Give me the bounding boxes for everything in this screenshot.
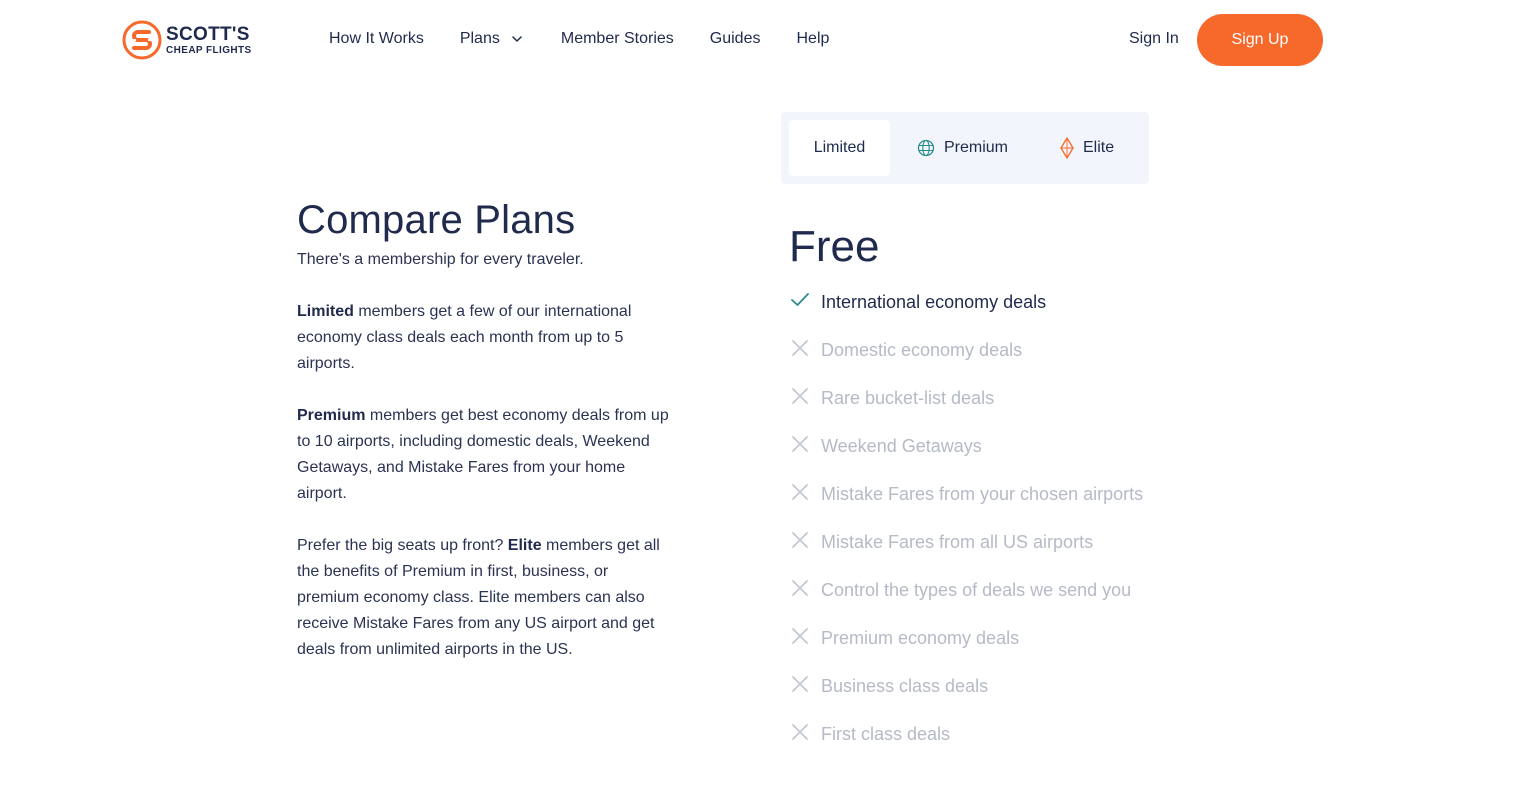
x-icon	[792, 580, 808, 596]
feature-label: Domestic economy deals	[821, 340, 1023, 360]
nav-how-it-works[interactable]: How It Works	[329, 30, 424, 48]
page-title: Compare Plans	[297, 198, 576, 242]
plan-price: Free	[789, 222, 880, 271]
feature-label: Weekend Getaways	[821, 436, 982, 456]
x-icon	[792, 628, 808, 644]
feature-item: Rare bucket-list deals	[789, 382, 1149, 414]
feature-item: Weekend Getaways	[789, 430, 1149, 462]
check-icon	[791, 293, 809, 306]
logo[interactable]: SCOTT'S CHEAP FLIGHTS	[122, 20, 252, 60]
premium-label: Premium	[297, 407, 366, 424]
feature-list: International economy deals Domestic econ…	[789, 286, 1149, 766]
feature-item: International economy deals	[789, 286, 1149, 318]
logo-line-2: CHEAP FLIGHTS	[166, 44, 252, 56]
elite-label: Elite	[507, 537, 542, 554]
x-icon	[792, 484, 808, 500]
feature-item: Business class deals	[789, 670, 1149, 702]
limited-description: Limited members get a few of our interna…	[297, 299, 672, 377]
tab-premium-label: Premium	[944, 139, 1009, 156]
chevron-down-icon	[512, 36, 522, 42]
x-icon	[792, 340, 808, 356]
x-icon	[792, 676, 808, 692]
nav-help[interactable]: Help	[796, 30, 829, 48]
plan-tabs: Limited Premium Elite	[781, 112, 1149, 184]
feature-label: Premium economy deals	[821, 628, 1020, 648]
tab-elite[interactable]: Elite	[1060, 120, 1114, 176]
feature-item: Domestic economy deals	[789, 334, 1149, 366]
page: SCOTT'S CHEAP FLIGHTS How It Works Plans…	[0, 0, 1537, 791]
logo-icon	[122, 20, 162, 60]
x-icon	[792, 388, 808, 404]
feature-label: Mistake Fares from your chosen airports	[821, 484, 1144, 504]
feature-item: First class deals	[789, 718, 1149, 750]
feature-label: First class deals	[821, 724, 951, 744]
compare-intro: Compare Plans There's a membership for e…	[297, 196, 672, 663]
x-icon	[792, 724, 808, 740]
feature-item: Premium economy deals	[789, 622, 1149, 654]
tab-elite-label: Elite	[1083, 139, 1115, 156]
nav-guides[interactable]: Guides	[710, 30, 761, 48]
elite-text: members get all the benefits of Premium …	[297, 537, 660, 658]
feature-label: Business class deals	[821, 676, 989, 696]
globe-icon	[917, 139, 935, 157]
limited-label: Limited	[297, 303, 354, 320]
sign-up-button[interactable]: Sign Up	[1197, 14, 1323, 66]
site-header: SCOTT'S CHEAP FLIGHTS How It Works Plans…	[0, 0, 1537, 80]
feature-label: Mistake Fares from all US airports	[821, 532, 1094, 552]
elite-lead: Prefer the big seats up front?	[297, 537, 508, 554]
feature-label: Rare bucket-list deals	[821, 388, 995, 408]
tab-limited-label: Limited	[813, 139, 866, 156]
logo-wordmark: SCOTT'S CHEAP FLIGHTS	[166, 25, 252, 56]
main-nav: How It Works Plans Member Stories Guides…	[329, 30, 829, 48]
feature-item: Mistake Fares from all US airports	[789, 526, 1149, 558]
logo-line-1: SCOTT'S	[166, 23, 250, 45]
tab-premium[interactable]: Premium	[917, 120, 1008, 176]
feature-item: Control the types of deals we send you	[789, 574, 1149, 606]
elite-description: Prefer the big seats up front? Elite mem…	[297, 533, 672, 663]
page-subtitle: There's a membership for every traveler.	[297, 251, 584, 268]
nav-plans-label: Plans	[459, 30, 500, 47]
x-icon	[792, 532, 808, 548]
sign-in-link[interactable]: Sign In	[1129, 30, 1179, 48]
premium-description: Premium members get best economy deals f…	[297, 403, 672, 507]
nav-plans-dropdown[interactable]: Plans	[460, 30, 522, 48]
feature-label: International economy deals	[821, 292, 1047, 312]
diamond-icon	[1060, 137, 1074, 159]
feature-label: Control the types of deals we send you	[821, 580, 1132, 600]
nav-member-stories[interactable]: Member Stories	[561, 30, 674, 48]
tab-limited[interactable]: Limited	[789, 120, 890, 176]
x-icon	[792, 436, 808, 452]
feature-item: Mistake Fares from your chosen airports	[789, 478, 1149, 510]
